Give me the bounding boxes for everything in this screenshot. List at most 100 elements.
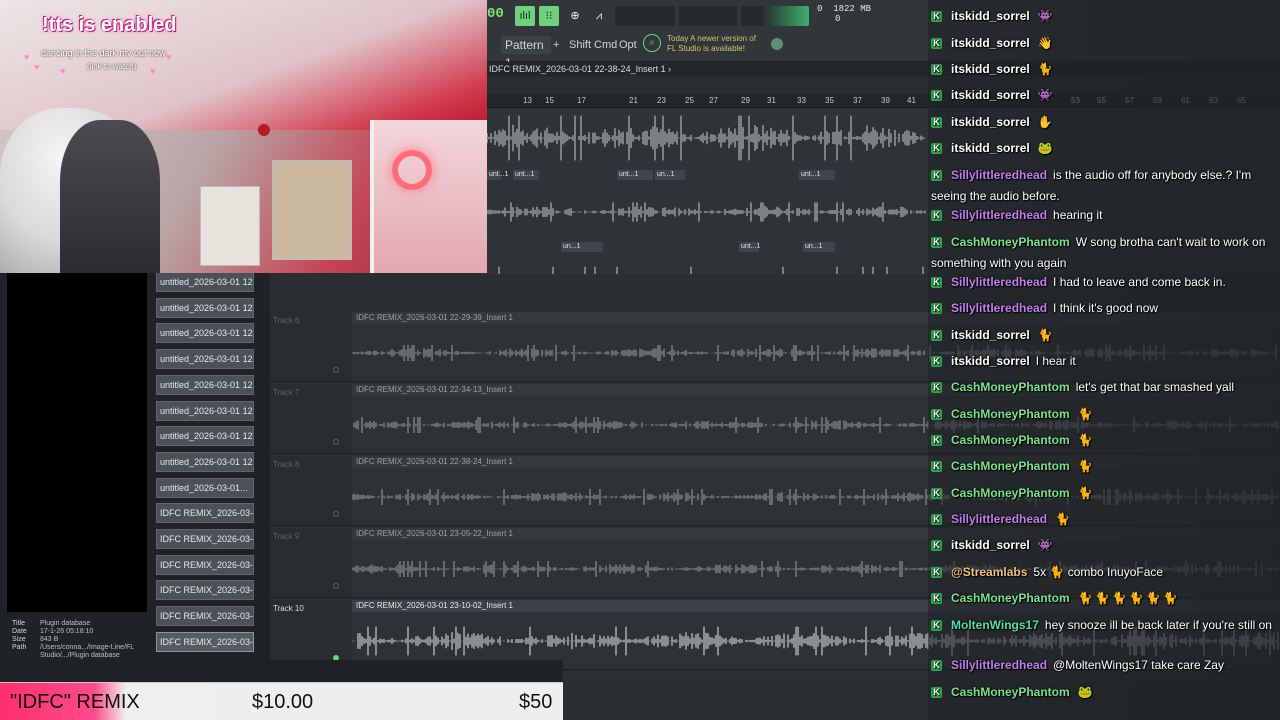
chat-emote-icon: 🐈 bbox=[1094, 591, 1110, 605]
chat-username[interactable]: itskidd_sorrel bbox=[951, 9, 1030, 23]
chat-username[interactable]: CashMoneyPhantom bbox=[951, 235, 1070, 249]
update-notice[interactable]: Today A newer version of FL Studio is av… bbox=[667, 34, 767, 54]
browser-item[interactable]: IDFC REMIX_2026-03-01... bbox=[156, 580, 254, 601]
chat-text: hearing it bbox=[1053, 208, 1103, 222]
metronome-icon[interactable]: ⩘ bbox=[589, 6, 609, 26]
chat-username[interactable]: CashMoneyPhantom bbox=[951, 591, 1070, 605]
browser-item[interactable]: untitled_2026-03-01 12-... bbox=[156, 451, 254, 472]
chat-username[interactable]: itskidd_sorrel bbox=[951, 328, 1030, 342]
clip-label[interactable]: un...1 bbox=[655, 170, 685, 180]
track-header[interactable]: Track 6 bbox=[270, 312, 352, 382]
clip-label[interactable]: unt...1 bbox=[739, 242, 760, 252]
kick-badge-icon: K bbox=[931, 90, 942, 102]
kick-badge-icon: K bbox=[931, 514, 942, 526]
pattern-selector[interactable]: Pattern 1 bbox=[501, 36, 551, 70]
clip-label[interactable]: un...1 bbox=[803, 242, 835, 252]
chat-username[interactable]: Sillylittleredhead bbox=[951, 168, 1047, 182]
chat-username[interactable]: CashMoneyPhantom bbox=[951, 685, 1070, 699]
chat-emote-icon: 🐈 bbox=[1037, 62, 1053, 76]
news-icon[interactable]: ⌕ bbox=[643, 34, 661, 52]
chat-username[interactable]: Sillylittleredhead bbox=[951, 301, 1047, 315]
chat-username[interactable]: itskidd_sorrel bbox=[951, 88, 1030, 102]
chat-message: K Sillylittleredhead @MoltenWings17 take c… bbox=[931, 655, 1277, 676]
preview-area bbox=[7, 272, 147, 612]
browser-item[interactable]: IDFC REMIX_2026-03-01... bbox=[156, 606, 254, 627]
chat-username[interactable]: @Streamlabs bbox=[951, 565, 1027, 579]
browser-item[interactable]: untitled_2026-03-01 12-... bbox=[156, 400, 254, 421]
browser-item[interactable]: untitled_2026-03-01 12-... bbox=[156, 426, 254, 447]
browser-item[interactable]: untitled_2026-03-01... bbox=[156, 477, 254, 498]
pattern-mode-button[interactable]: ılıl bbox=[515, 6, 535, 26]
track-header[interactable]: Track 7 bbox=[270, 384, 352, 454]
chat-username[interactable]: CashMoneyPhantom bbox=[951, 459, 1070, 473]
cmd-button[interactable]: Cmd bbox=[594, 36, 617, 54]
chat-emote-icon: 🐈 bbox=[1077, 486, 1093, 500]
file-info: Title Plugin database Date 17-1-26 05:18:1… bbox=[12, 620, 134, 659]
file-browser: untitled_2026-03-01 12-... untitled_2026-… bbox=[150, 272, 262, 682]
browser-item[interactable]: untitled_2026-03-01 12-... bbox=[156, 349, 254, 370]
ruler-tick: 17 bbox=[577, 96, 586, 105]
track-header[interactable]: Track 9 bbox=[270, 528, 352, 598]
webcam-door bbox=[370, 120, 487, 273]
kick-badge-icon: K bbox=[931, 409, 942, 421]
chat-username[interactable]: itskidd_sorrel bbox=[951, 538, 1030, 552]
chat-emote-icon: 🐸 bbox=[1077, 685, 1093, 699]
chat-username[interactable]: CashMoneyPhantom bbox=[951, 380, 1070, 394]
browser-item[interactable]: IDFC REMIX_2026-03-01... bbox=[156, 529, 254, 549]
add-pattern-button[interactable]: + bbox=[553, 36, 559, 54]
track-enable-toggle[interactable] bbox=[333, 583, 339, 589]
browser-item[interactable]: untitled_2026-03-01 12-... bbox=[156, 272, 254, 292]
chat-username[interactable]: CashMoneyPhantom bbox=[951, 433, 1070, 447]
browser-item[interactable]: untitled_2026-03-01 12-... bbox=[156, 297, 254, 318]
chat-message: Kitskidd_sorrel 🐈 bbox=[931, 325, 1277, 346]
clip-label[interactable]: unt...1 bbox=[513, 170, 539, 180]
wall-collage bbox=[272, 160, 352, 260]
chat-username[interactable]: itskidd_sorrel bbox=[951, 141, 1030, 155]
typing-keyboard-icon[interactable]: ⊕ bbox=[565, 6, 585, 26]
chat-username[interactable]: Sillylittleredhead bbox=[951, 658, 1047, 672]
chat-message: K Sillylittleredhead 🐈 bbox=[931, 509, 1277, 530]
chat-username[interactable]: CashMoneyPhantom bbox=[951, 486, 1070, 500]
ruler-tick: 23 bbox=[657, 96, 666, 105]
track-enable-toggle[interactable] bbox=[333, 439, 339, 445]
browser-item[interactable]: IDFC REMIX_2026-03-01... bbox=[156, 503, 254, 524]
browser-item[interactable]: IDFC REMIX_2026-03-01... bbox=[156, 554, 254, 575]
track-header[interactable]: Track 8 bbox=[270, 456, 352, 526]
chat-username[interactable]: Sillylittleredhead bbox=[951, 208, 1047, 222]
browser-item[interactable]: IDFC REMIX_2026-03-01... bbox=[156, 631, 254, 652]
chat-message: K CashMoneyPhantom 🐈 bbox=[931, 404, 1277, 425]
clip-label[interactable]: unt...1 bbox=[487, 170, 508, 180]
song-mode-button[interactable]: ⁝⁝ bbox=[539, 6, 559, 26]
chat-username[interactable]: itskidd_sorrel bbox=[951, 62, 1030, 76]
track-enable-toggle[interactable] bbox=[333, 367, 339, 373]
now-playing: dancing in the dark mv out now bbox=[41, 48, 166, 58]
chat-emote-icon: 🐈 bbox=[1037, 328, 1053, 342]
shift-button[interactable]: Shift bbox=[569, 36, 591, 54]
kick-badge-icon: K bbox=[931, 117, 942, 129]
chat-username[interactable]: Sillylittleredhead bbox=[951, 275, 1047, 289]
chat-username[interactable]: CashMoneyPhantom bbox=[951, 407, 1070, 421]
opt-button[interactable]: Opt bbox=[619, 36, 637, 54]
cpu-meter bbox=[679, 6, 737, 26]
globe-icon[interactable] bbox=[771, 38, 783, 50]
browser-item[interactable]: untitled_2026-03-01 12-... bbox=[156, 374, 254, 395]
chat-username[interactable]: itskidd_sorrel bbox=[951, 354, 1030, 368]
chat-text: let's get that bar smashed yall bbox=[1075, 380, 1235, 394]
clip-label[interactable]: unt...1 bbox=[799, 170, 835, 180]
chat-emote-icon: 👾 bbox=[1037, 88, 1053, 102]
chat-username[interactable]: MoltenWings17 bbox=[951, 618, 1039, 632]
chat-username[interactable]: itskidd_sorrel bbox=[951, 115, 1030, 129]
chat-message: K CashMoneyPhantom 🐸 bbox=[931, 682, 1277, 703]
track-enable-toggle[interactable] bbox=[333, 511, 339, 517]
chat-username[interactable]: Sillylittleredhead bbox=[951, 512, 1047, 526]
chat-message: Kitskidd_sorrel 👾 bbox=[931, 535, 1277, 556]
chat-username[interactable]: itskidd_sorrel bbox=[951, 36, 1030, 50]
clip-label[interactable]: unt...1 bbox=[617, 170, 653, 180]
chat-text: I had to leave and come back in. bbox=[1053, 275, 1226, 289]
ruler-tick: 25 bbox=[685, 96, 694, 105]
chat-emote-icon: ✋ bbox=[1037, 115, 1053, 129]
clip-label[interactable]: un...1 bbox=[561, 242, 603, 252]
browser-item[interactable]: untitled_2026-03-01 12-... bbox=[156, 323, 254, 344]
tempo-display[interactable]: 00 bbox=[487, 6, 505, 28]
chat-message: K Sillylittleredhead I had to leave and co… bbox=[931, 272, 1277, 293]
